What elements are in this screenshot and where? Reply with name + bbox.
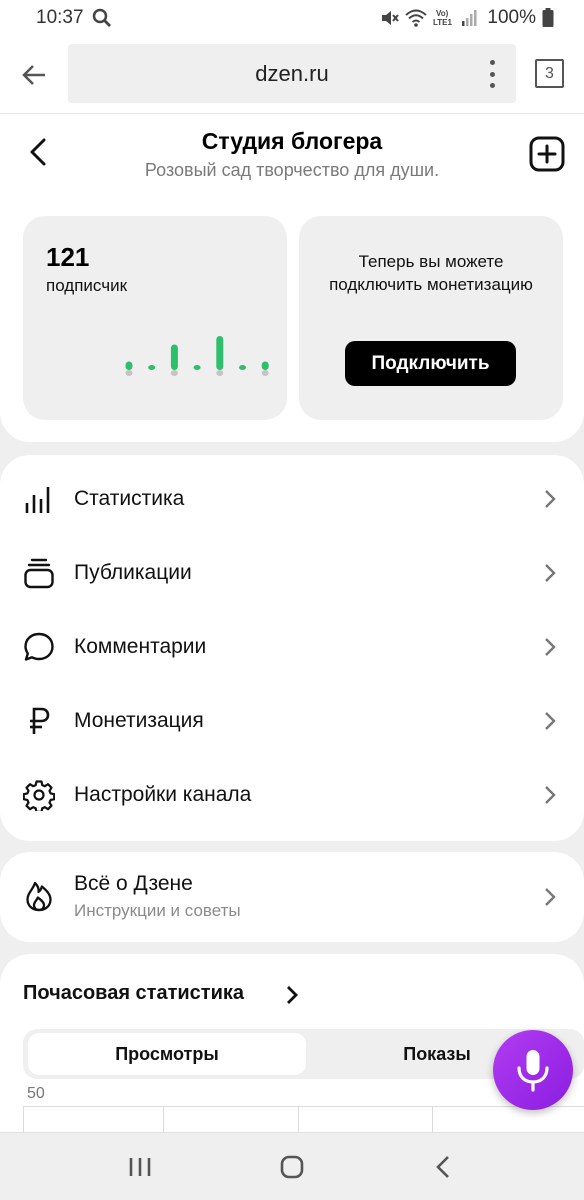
menu-item-label: Публикации	[74, 561, 192, 584]
svg-text:LTE1: LTE1	[433, 18, 453, 27]
hourly-stats-title[interactable]: Почасовая статистика	[23, 982, 244, 1005]
sparkline-bar	[193, 365, 201, 370]
sparkline-bar	[216, 336, 224, 370]
menu-item-monetization[interactable]: Монетизация	[0, 684, 584, 758]
system-navigation-bar	[0, 1132, 584, 1200]
tabs-button[interactable]: 3	[535, 59, 564, 88]
status-time: 10:37	[36, 7, 84, 28]
chevron-right-icon	[545, 888, 556, 906]
y-axis-max-label: 50	[27, 1085, 45, 1102]
subscribers-count: 121	[46, 242, 90, 272]
sparkline-bar-base	[261, 370, 269, 376]
browser-back-button[interactable]	[16, 57, 52, 93]
chevron-right-icon	[545, 564, 556, 582]
menu-item-label: Монетизация	[74, 709, 204, 732]
chevron-right-icon	[545, 712, 556, 730]
page-title: Студия блогера	[201, 128, 383, 154]
wifi-icon	[405, 9, 428, 27]
battery-icon	[542, 8, 554, 27]
flame-icon	[26, 881, 52, 912]
menu-item-label: Настройки канала	[74, 783, 252, 806]
mute-icon	[382, 11, 400, 25]
sparkline-bar	[125, 361, 133, 370]
gear-icon	[23, 780, 55, 811]
search-icon	[92, 8, 111, 27]
ruble-icon	[30, 707, 50, 734]
voice-search-button[interactable]	[493, 1030, 573, 1110]
signal-icon	[462, 10, 477, 26]
microphone-icon	[517, 1050, 549, 1092]
arrow-left-icon	[22, 64, 45, 85]
menu-item-channel-settings[interactable]: Настройки канала	[0, 758, 584, 832]
sparkline-bar	[170, 344, 178, 370]
channel-name: Розовый сад творчество для души.	[144, 160, 440, 180]
menu-item-comments[interactable]: Комментарии	[0, 610, 584, 684]
address-bar[interactable]: dzen.ru	[68, 44, 516, 103]
add-publication-icon[interactable]	[529, 136, 565, 172]
sparkline-bar	[261, 361, 269, 370]
about-dzen-item[interactable]: Всё о Дзене Инструкции и советы	[0, 852, 584, 942]
more-vert-icon[interactable]	[482, 60, 502, 88]
chevron-right-icon	[545, 490, 556, 508]
monetization-promo-text: Теперь вы можете подключить монетизацию	[329, 252, 533, 294]
volte-icon: Vo) LTE1	[433, 9, 453, 27]
sparkline-bar-base	[216, 370, 224, 376]
subscribers-label: подписчик	[46, 276, 128, 295]
sparkline-bar	[148, 365, 156, 370]
menu-item-label: Статистика	[74, 487, 185, 510]
home-icon[interactable]	[278, 1155, 306, 1179]
tabs-count: 3	[545, 64, 554, 82]
svg-text:Vo): Vo)	[436, 9, 449, 18]
url-text: dzen.ru	[255, 60, 329, 86]
subscribers-card[interactable]: 121 подписчик	[23, 216, 287, 420]
menu-item-label: Комментарии	[74, 635, 207, 658]
subscribers-sparkline	[125, 336, 269, 376]
menu-item-statistics[interactable]: Статистика	[0, 462, 584, 536]
studio-menu: Статистика Публикации Комментарии Монети…	[0, 455, 584, 841]
back-nav-icon[interactable]	[430, 1155, 458, 1179]
about-dzen-title: Всё о Дзене	[74, 872, 193, 895]
chevron-right-icon[interactable]	[285, 984, 299, 1006]
chevron-right-icon	[545, 638, 556, 656]
connect-monetization-button[interactable]: Подключить	[345, 341, 516, 386]
browser-toolbar: dzen.ru 3	[0, 36, 584, 114]
sparkline-bar	[239, 365, 246, 370]
battery-percent: 100%	[487, 7, 536, 28]
sparkline-bar-base	[170, 370, 178, 376]
recent-apps-icon[interactable]	[126, 1155, 154, 1179]
about-dzen-subtitle: Инструкции и советы	[74, 901, 241, 920]
monetization-promo-card: Теперь вы можете подключить монетизацию …	[299, 216, 563, 420]
studio-header-card: Студия блогера Розовый сад творчество дл…	[0, 114, 584, 442]
comment-icon	[24, 632, 54, 661]
tab-views[interactable]: Просмотры	[28, 1033, 306, 1075]
menu-item-publications[interactable]: Публикации	[0, 536, 584, 610]
status-bar: 10:37 Vo) LTE1 100%	[0, 0, 584, 36]
chevron-right-icon	[545, 786, 556, 804]
publications-icon	[24, 558, 54, 589]
bar-chart-icon	[25, 487, 50, 513]
sparkline-bar-base	[125, 370, 133, 376]
